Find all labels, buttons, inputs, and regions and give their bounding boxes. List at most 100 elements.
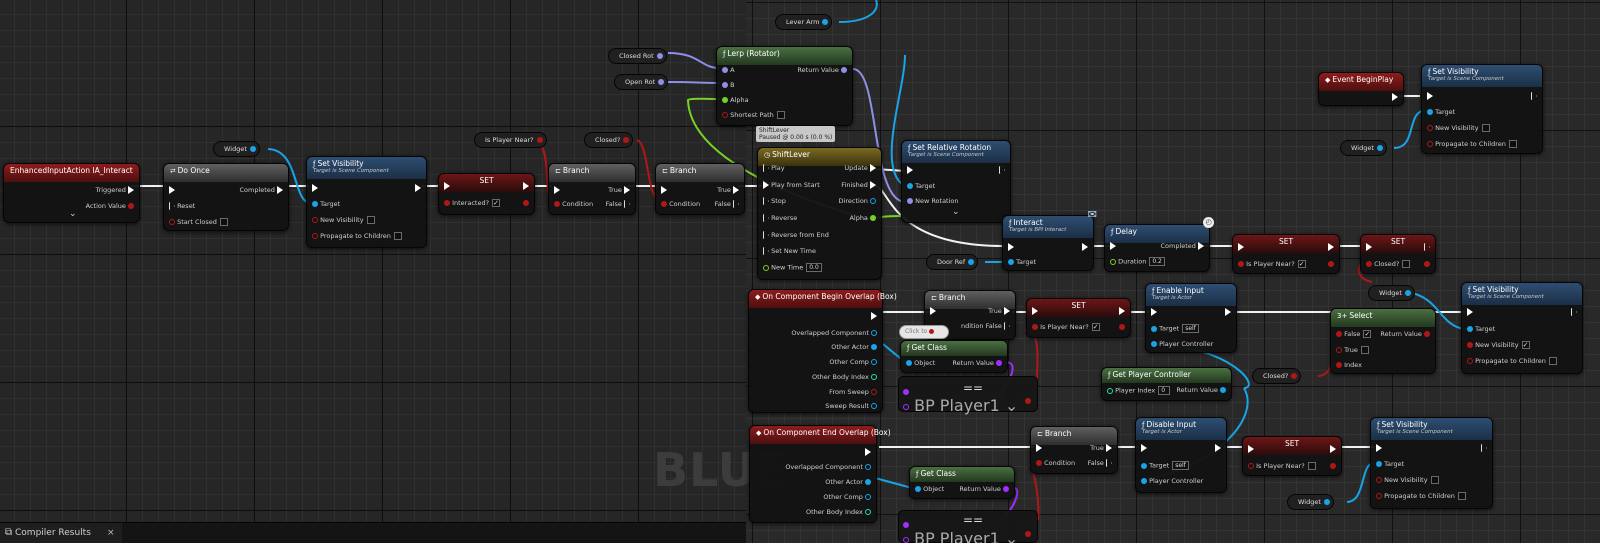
a-pin[interactable]: A <box>722 66 735 74</box>
widget-getter[interactable]: Widget <box>1368 285 1415 301</box>
exec-in-pin[interactable] <box>554 186 560 194</box>
target-pin[interactable]: Target <box>1008 258 1036 266</box>
stop-pin[interactable]: Stop <box>763 197 786 205</box>
set-is-player-near-node[interactable]: SET Is Player Near? <box>1242 436 1342 476</box>
set-relative-rotation-node[interactable]: ƒ Set Relative Rotation Target is Scene Co… <box>901 140 1011 223</box>
bool-out-pin[interactable] <box>1025 523 1031 542</box>
object-pin[interactable]: Object <box>915 485 944 493</box>
propagate-pin[interactable]: Propagate to Children <box>1376 492 1466 500</box>
true-pin[interactable]: True <box>1090 444 1112 452</box>
exec-out-pin[interactable] <box>523 182 529 190</box>
new-visibility-checkbox[interactable]: ✓ <box>1521 341 1530 349</box>
is-player-near-checkbox[interactable]: ✓ <box>1091 323 1100 331</box>
reset-pin[interactable]: Reset <box>169 202 195 210</box>
exec-out-pin[interactable] <box>865 448 871 456</box>
play-from-start-pin[interactable]: Play from Start <box>763 181 820 189</box>
other-actor-pin[interactable]: Other Actor <box>831 343 877 351</box>
start-closed-pin[interactable]: Start Closed <box>169 218 228 226</box>
bool-out-pin[interactable] <box>523 199 529 207</box>
is-player-near-checkbox[interactable]: ✓ <box>1297 260 1306 268</box>
direction-pin[interactable]: Direction <box>839 197 876 205</box>
get-player-controller-node[interactable]: ƒ Get Player Controller Player Index 0 Ret… <box>1101 367 1232 401</box>
exec-out-pin[interactable] <box>1481 444 1487 452</box>
enable-input-node[interactable]: ƒ Enable Input Target is Actor Target self … <box>1145 283 1237 353</box>
is-player-near-pin[interactable]: Is Player Near? ✓ <box>1238 260 1306 268</box>
exec-in-pin[interactable] <box>1036 444 1042 452</box>
set-interacted-node[interactable]: SET Interacted? ✓ <box>438 173 535 215</box>
exec-out-pin[interactable] <box>1328 243 1334 251</box>
target-pin[interactable]: Target <box>1427 108 1455 116</box>
propagate-pin[interactable]: Propagate to Children <box>1467 357 1557 365</box>
set-new-time-pin[interactable]: Set New Time <box>763 247 816 255</box>
return-value-pin[interactable]: Return Value <box>952 359 1002 367</box>
select-node[interactable]: 3+ Select False ✓ Return Value True Index <box>1330 308 1436 374</box>
bool-out-pin[interactable] <box>1328 260 1334 268</box>
closed-rot-getter[interactable]: Closed Rot <box>608 48 667 64</box>
class-in-pin-2[interactable]: BP Player1 ⌄ <box>903 529 1018 543</box>
expand-chevron-icon[interactable]: ⌄ <box>952 207 960 217</box>
expand-chevron-icon[interactable]: ⌄ <box>69 209 77 219</box>
alpha-pin[interactable]: Alpha <box>849 214 876 222</box>
object-pin[interactable]: Object <box>906 359 935 367</box>
condition-pin[interactable]: Condition <box>554 200 593 208</box>
blueprint-graph-canvas[interactable]: BLUE EnhancedInputAction IA_Interact Tri… <box>0 0 1600 543</box>
equal-class-node[interactable]: BP Player1 ⌄ == <box>898 376 1038 415</box>
exec-out-pin[interactable] <box>1082 243 1088 251</box>
new-visibility-checkbox[interactable] <box>1430 476 1439 484</box>
triggered-pin[interactable]: Triggered <box>96 186 134 194</box>
exec-in-pin[interactable] <box>1427 92 1433 100</box>
set-visibility-node[interactable]: ƒ Set Visibility Target is Scene Component… <box>1461 282 1583 374</box>
set-is-player-near-node[interactable]: SET Is Player Near? ✓ <box>1232 234 1340 274</box>
sweep-result-pin[interactable]: Sweep Result <box>825 402 877 410</box>
shift-lever-timeline-node[interactable]: ◷ ShiftLever Play Update Play from Start … <box>757 147 882 280</box>
enhanced-input-action-node[interactable]: EnhancedInputAction IA_Interact Triggere… <box>3 163 140 223</box>
player-controller-pin[interactable]: Player Controller <box>1151 340 1213 348</box>
new-rotation-pin[interactable]: New Rotation <box>907 197 959 205</box>
exec-out-pin[interactable] <box>415 184 421 192</box>
exec-in-pin[interactable] <box>1248 445 1254 453</box>
new-visibility-checkbox[interactable] <box>1481 124 1490 132</box>
target-self-field[interactable]: self <box>1182 324 1199 333</box>
exec-in-pin[interactable] <box>907 166 913 174</box>
duration-pin[interactable]: Duration 0.2 <box>1110 257 1165 266</box>
shortest-path-checkbox[interactable] <box>776 111 785 119</box>
branch-node[interactable]: ⊏ Branch True Condition False <box>548 163 636 215</box>
index-pin[interactable]: Index <box>1336 361 1362 369</box>
propagate-checkbox[interactable] <box>1457 492 1466 500</box>
true-pin[interactable]: True <box>717 186 739 194</box>
exec-in-pin[interactable] <box>1238 243 1244 251</box>
is-player-near-pin[interactable]: Is Player Near? ✓ <box>1032 323 1100 331</box>
other-comp-pin[interactable]: Other Comp <box>823 493 871 501</box>
exec-out-pin[interactable] <box>1392 93 1398 101</box>
bool-out-pin[interactable] <box>1025 390 1031 409</box>
condition-pin[interactable]: Condition <box>661 200 700 208</box>
interact-node[interactable]: ƒ Interact Target is BPI Interact ✉ Target <box>1002 208 1097 271</box>
reverse-pin[interactable]: Reverse <box>763 214 797 222</box>
get-class-node[interactable]: ƒ Get Class Object Return Value <box>900 340 1008 373</box>
tab-compiler-results[interactable]: ⧉ Compiler Results × <box>0 523 122 543</box>
alpha-pin[interactable]: Alpha <box>722 96 749 104</box>
set-visibility-node[interactable]: ƒ Set Visibility Target is Scene Component… <box>1370 417 1493 509</box>
closed-getter[interactable]: Closed? <box>584 132 634 148</box>
true-pin[interactable]: True <box>608 186 630 194</box>
exec-in-pin[interactable] <box>1376 444 1382 452</box>
interacted-checkbox[interactable]: ✓ <box>492 199 501 207</box>
exec-out-pin[interactable] <box>1571 308 1577 316</box>
get-class-node[interactable]: ƒ Get Class Object Return Value <box>909 466 1015 499</box>
event-begin-play-node[interactable]: ◆ Event BeginPlay <box>1318 72 1404 106</box>
exec-out-pin[interactable] <box>871 312 877 320</box>
return-value-pin[interactable]: Return Value <box>959 485 1009 493</box>
widget-getter[interactable]: Widget <box>213 141 260 157</box>
completed-pin[interactable]: Completed <box>239 186 283 194</box>
return-value-pin[interactable]: Return Value <box>797 66 847 74</box>
false-pin[interactable]: False <box>715 200 739 208</box>
false-checkbox[interactable]: ✓ <box>1363 330 1372 338</box>
other-body-index-pin[interactable]: Other Body Index <box>806 508 871 516</box>
return-value-pin[interactable]: Return Value <box>1380 330 1430 338</box>
bool-out-pin[interactable] <box>1424 260 1430 268</box>
target-pin[interactable]: Target self <box>1151 324 1199 333</box>
exec-in-pin[interactable] <box>444 182 450 190</box>
other-body-index-pin[interactable]: Other Body Index <box>812 373 877 381</box>
condition-pin[interactable]: Condition <box>1036 459 1075 467</box>
new-time-input[interactable]: 0.0 <box>806 263 822 272</box>
